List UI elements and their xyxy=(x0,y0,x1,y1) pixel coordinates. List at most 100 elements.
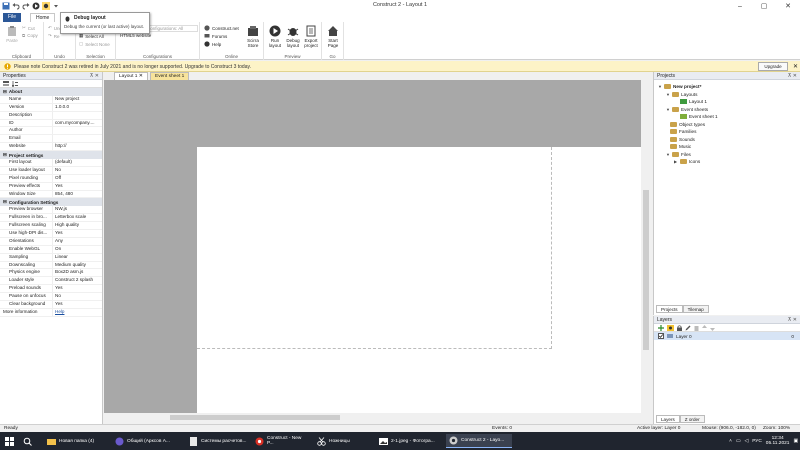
taskbar-item-construct-browser[interactable]: Construct - New P... xyxy=(252,434,312,448)
start-button[interactable] xyxy=(2,434,17,448)
tab-home[interactable]: Home xyxy=(30,13,56,22)
property-value[interactable]: Box2D asm.js xyxy=(52,269,102,277)
tree-sounds[interactable]: Sounds xyxy=(670,136,695,143)
property-row[interactable]: Sampling Linear xyxy=(0,253,102,262)
property-row[interactable]: Email xyxy=(0,135,102,144)
construct-net-button[interactable]: Construct.net xyxy=(204,25,239,31)
property-value[interactable]: Any xyxy=(52,237,102,245)
collapse-icon[interactable]: ▼ xyxy=(666,152,670,157)
notice-close-button[interactable]: ✕ xyxy=(793,63,798,70)
tree-icons[interactable]: ▶ Icons xyxy=(674,158,700,165)
taskbar-item-folder[interactable]: Новая папка (4) xyxy=(44,434,110,448)
run-layout-button[interactable]: Run layout xyxy=(266,25,284,48)
property-row[interactable]: First layout (default) xyxy=(0,159,102,167)
chevron-up-icon[interactable]: ˄ xyxy=(729,439,732,444)
property-row[interactable]: Author xyxy=(0,127,102,136)
tree-files[interactable]: ▼ Files xyxy=(666,151,691,158)
taskbar-item-snipping[interactable]: Ножницы xyxy=(314,434,372,448)
collapse-icon[interactable]: ▼ xyxy=(658,84,662,89)
property-row[interactable]: Enable WebGL On xyxy=(0,245,102,254)
property-row[interactable]: Preload sounds Yes xyxy=(0,285,102,294)
property-value[interactable]: No xyxy=(52,293,102,301)
taskbar-item-shared[interactable]: Общий (Арксов А... xyxy=(112,434,184,448)
down-icon[interactable] xyxy=(710,325,715,331)
taskbar-item-construct2[interactable]: Construct 2 - Layo... xyxy=(446,434,512,448)
delete-icon[interactable] xyxy=(694,325,699,331)
start-page-button[interactable]: Start Page xyxy=(324,25,342,48)
tab-layout-1[interactable]: Layout 1 ✕ xyxy=(114,72,148,80)
property-value[interactable]: http:// xyxy=(52,143,102,151)
property-value[interactable]: NW.js xyxy=(52,206,102,214)
property-row[interactable]: Use high-DPI dis... Yes xyxy=(0,230,102,238)
tree-event-sheets[interactable]: ▼ Event sheets xyxy=(666,106,708,113)
layers-pin-close[interactable]: ⊼ ✕ xyxy=(788,317,797,323)
property-value[interactable]: New project xyxy=(52,95,102,103)
lock-icon[interactable] xyxy=(677,324,682,331)
property-row[interactable]: Description xyxy=(0,111,102,120)
property-row[interactable]: Fullscreen in bro... Letterbox scale xyxy=(0,214,102,223)
property-value[interactable]: No xyxy=(52,166,102,174)
tab-projects[interactable]: Projects xyxy=(656,305,683,313)
tree-layout-1[interactable]: Layout 1 xyxy=(680,98,707,105)
tree-project-root[interactable]: ▼ New project* xyxy=(658,83,701,90)
property-row[interactable]: Window Size 854, 480 xyxy=(0,190,102,199)
help-link[interactable]: Help xyxy=(55,309,64,314)
forums-button[interactable]: Forums xyxy=(204,33,227,39)
upgrade-button[interactable]: Upgrade xyxy=(758,62,788,71)
tree-object-types[interactable]: Object types xyxy=(670,121,705,128)
property-row[interactable]: Pixel rounding Off xyxy=(0,174,102,183)
close-tab-icon[interactable]: ✕ xyxy=(139,74,143,79)
property-value[interactable] xyxy=(52,127,102,135)
property-value[interactable]: Letterbox scale xyxy=(52,214,102,222)
property-value[interactable]: Linear xyxy=(52,253,102,261)
cut-button[interactable]: ✂ Cut xyxy=(22,25,35,31)
layer-visible-checkbox[interactable] xyxy=(658,333,664,339)
add-layer-icon[interactable] xyxy=(658,324,664,331)
tab-tilemap[interactable]: Tilemap xyxy=(682,305,709,313)
property-row[interactable]: Physics engine Box2D asm.js xyxy=(0,269,102,278)
property-row[interactable]: Loader style Construct 2 splash xyxy=(0,277,102,286)
property-row[interactable]: Downscaling Medium quality xyxy=(0,261,102,270)
select-none-button[interactable]: ▢ Select None xyxy=(79,41,110,47)
property-section-header[interactable]: ⊟ Configuration Settings xyxy=(0,198,102,207)
debug-layout-button[interactable]: Debug layout xyxy=(284,25,302,48)
property-row[interactable]: Website http:// xyxy=(0,143,102,152)
property-row[interactable]: Preview effects Yes xyxy=(0,182,102,191)
property-value[interactable]: Yes xyxy=(52,301,102,308)
layer-row-0[interactable]: Layer 0 0 xyxy=(654,332,800,340)
property-row[interactable]: Use loader layout No xyxy=(0,166,102,175)
paste-button[interactable]: Paste xyxy=(3,25,21,43)
tab-layers[interactable]: Layers xyxy=(656,415,680,423)
horizontal-scrollbar[interactable] xyxy=(104,413,641,422)
redo-button[interactable]: ↷ Re xyxy=(48,33,60,39)
input-language[interactable]: РУС xyxy=(752,439,762,444)
network-icon[interactable]: ▭ xyxy=(736,439,741,444)
property-value[interactable]: High quality xyxy=(52,222,102,230)
property-row[interactable]: Name New project xyxy=(0,95,102,104)
property-value[interactable]: On xyxy=(52,245,102,253)
property-value[interactable]: Yes xyxy=(52,230,102,237)
expand-icon[interactable]: ▶ xyxy=(674,159,678,164)
property-value[interactable]: com.mycompany.... xyxy=(52,119,102,127)
property-row[interactable]: ID com.mycompany.... xyxy=(0,119,102,128)
horizontal-scroll-thumb[interactable] xyxy=(170,415,340,420)
collapse-icon[interactable]: ▼ xyxy=(666,92,670,97)
scirra-store-button[interactable]: Scirra Store xyxy=(244,25,262,48)
property-row[interactable]: Preview browser NW.js xyxy=(0,206,102,215)
help-button[interactable]: Help xyxy=(204,41,221,47)
property-section-header[interactable]: ⊟ About xyxy=(0,88,102,96)
tab-file[interactable]: File xyxy=(3,13,22,22)
maximize-button[interactable]: ▢ xyxy=(752,0,776,12)
export-project-button[interactable]: Export project xyxy=(302,25,320,48)
property-value[interactable]: Yes xyxy=(52,285,102,293)
properties-pin-close[interactable]: ⊼ ✕ xyxy=(90,73,99,79)
vertical-scrollbar[interactable] xyxy=(641,80,651,413)
property-value[interactable] xyxy=(52,111,102,119)
volume-icon[interactable]: ◁ xyxy=(744,439,748,444)
edit-icon[interactable] xyxy=(685,325,691,331)
collapse-section-icon[interactable]: ⊟ xyxy=(3,199,7,205)
property-row[interactable]: Clear background Yes xyxy=(0,301,102,309)
tree-layouts[interactable]: ▼ Layouts xyxy=(666,91,697,98)
property-value[interactable]: Off xyxy=(52,174,102,182)
tree-music[interactable]: Music xyxy=(670,143,691,150)
